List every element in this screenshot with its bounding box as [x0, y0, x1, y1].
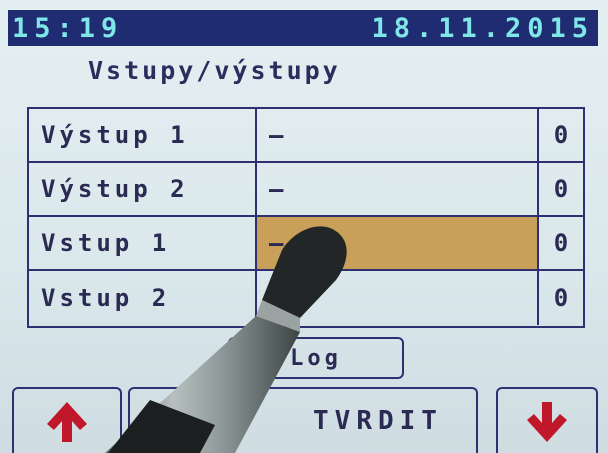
arrow-down-icon — [521, 398, 573, 444]
io-state[interactable]: — — [257, 163, 539, 215]
log-button[interactable]: Log — [228, 337, 404, 379]
io-state[interactable]: — — [257, 109, 539, 161]
io-value: 0 — [553, 229, 569, 257]
table-row[interactable]: Výstup 2 — 0 — [29, 163, 583, 217]
confirm-button[interactable]: TVRDIT — [128, 387, 478, 453]
io-name: Vstup 1 — [29, 217, 257, 269]
scroll-down-button[interactable] — [496, 387, 598, 453]
io-value: 0 — [553, 121, 569, 149]
lcd-screen: 15:19 18.11.2015 Vstupy/výstupy Výstup 1… — [0, 0, 608, 453]
table-row[interactable]: Vstup 1 — 0 — [29, 217, 583, 271]
io-value: 0 — [553, 284, 569, 312]
io-name: Výstup 1 — [29, 109, 257, 161]
scroll-up-button[interactable] — [12, 387, 122, 453]
io-name: Výstup 2 — [29, 163, 257, 215]
page-title: Vstupy/výstupy — [88, 56, 341, 85]
status-bar: 15:19 18.11.2015 — [8, 10, 598, 46]
clock-date: 18.11.2015 — [371, 12, 594, 44]
arrow-up-icon — [41, 398, 93, 444]
clock-time: 15:19 — [12, 12, 124, 44]
io-state[interactable] — [257, 271, 539, 325]
table-row[interactable]: Výstup 1 — 0 — [29, 109, 583, 163]
io-value: 0 — [553, 175, 569, 203]
io-state-selected[interactable]: — — [257, 217, 539, 269]
io-table: Výstup 1 — 0 Výstup 2 — 0 Vstup 1 — 0 Vs… — [27, 107, 585, 328]
io-name: Vstup 2 — [29, 271, 257, 325]
table-row[interactable]: Vstup 2 0 — [29, 271, 583, 325]
